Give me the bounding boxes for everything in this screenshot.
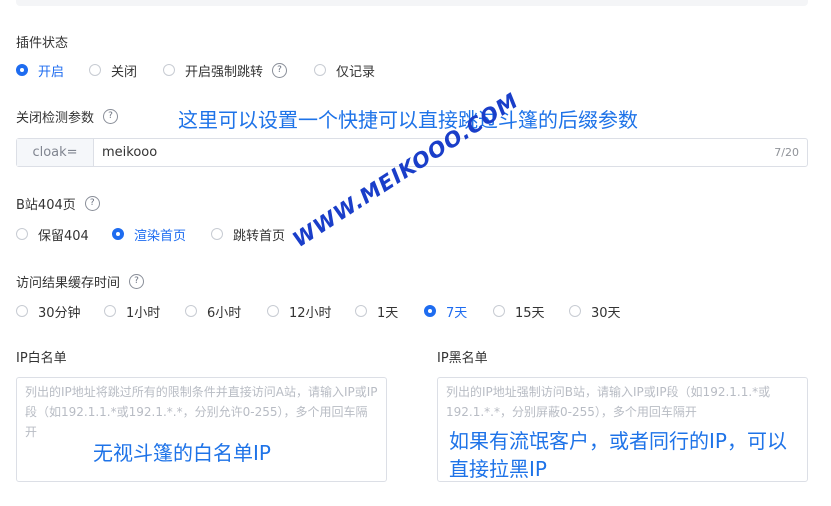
- help-circle-icon[interactable]: ?: [103, 109, 119, 124]
- radio-cache-30min[interactable]: 30分钟: [16, 301, 81, 321]
- blacklist-annotation-line2: 直接拉黑IP: [449, 457, 547, 481]
- radio-cache-7d[interactable]: 7天: [424, 301, 467, 321]
- radio-keep-404[interactable]: 保留404: [16, 224, 89, 244]
- cache-time-label: 访问结果缓存时间 ?: [16, 272, 145, 291]
- radio-plugin-record-only[interactable]: 仅记录: [314, 60, 375, 80]
- radio-checked-icon: [16, 64, 28, 76]
- radio-plugin-force-redirect[interactable]: 开启强制跳转 ?: [163, 60, 288, 80]
- b404-label: B站404页 ?: [16, 194, 100, 213]
- blacklist-label: IP黑名单: [437, 351, 488, 366]
- radio-plugin-off[interactable]: 关闭: [89, 60, 137, 80]
- cache-time-radio-group: 30分钟 1小时 6小时 12小时 1天 7天 15天 30天: [16, 301, 716, 321]
- plugin-status-label: 插件状态: [16, 36, 69, 51]
- radio-redirect-home[interactable]: 跳转首页: [211, 224, 285, 244]
- close-param-annotation: 这里可以设置一个快捷可以直接跳过斗篷的后缀参数: [178, 108, 638, 132]
- help-circle-icon[interactable]: ?: [272, 62, 288, 78]
- radio-icon: [16, 228, 28, 240]
- radio-render-home[interactable]: 渲染首页: [112, 224, 186, 244]
- radio-icon: [211, 228, 223, 240]
- top-panel-edge: [16, 0, 808, 6]
- radio-checked-icon: [112, 228, 124, 240]
- radio-cache-1h[interactable]: 1小时: [104, 301, 160, 321]
- radio-icon: [569, 305, 581, 317]
- radio-cache-6h[interactable]: 6小时: [185, 301, 241, 321]
- radio-plugin-on[interactable]: 开启: [16, 60, 64, 80]
- radio-icon: [314, 64, 326, 76]
- radio-icon: [89, 64, 101, 76]
- radio-cache-12h[interactable]: 12小时: [267, 301, 332, 321]
- radio-icon: [355, 305, 367, 317]
- radio-icon: [163, 64, 175, 76]
- radio-icon: [493, 305, 505, 317]
- radio-icon: [267, 305, 279, 317]
- radio-cache-30d[interactable]: 30天: [569, 301, 621, 321]
- radio-icon: [104, 305, 116, 317]
- plugin-status-radio-group: 开启 关闭 开启强制跳转 ? 仅记录: [16, 60, 716, 80]
- close-param-prefix: cloak=: [17, 139, 94, 166]
- close-param-label: 关闭检测参数 ?: [16, 107, 119, 126]
- whitelist-label: IP白名单: [16, 351, 67, 366]
- radio-icon: [185, 305, 197, 317]
- help-circle-icon[interactable]: ?: [84, 196, 100, 211]
- radio-cache-15d[interactable]: 15天: [493, 301, 545, 321]
- radio-icon: [16, 305, 28, 317]
- blacklist-annotation-line1: 如果有流氓客户，或者同行的IP，可以: [449, 429, 787, 453]
- help-circle-icon[interactable]: ?: [129, 274, 145, 289]
- b404-radio-group: 保留404 渲染首页 跳转首页: [16, 224, 416, 244]
- radio-checked-icon: [424, 305, 436, 317]
- whitelist-textarea[interactable]: 列出的IP地址将跳过所有的限制条件并直接访问A站，请输入IP或IP段（如192.…: [16, 377, 387, 482]
- close-param-char-counter: 7/20: [774, 146, 799, 159]
- radio-cache-1d[interactable]: 1天: [355, 301, 398, 321]
- whitelist-annotation: 无视斗篷的白名单IP: [93, 441, 271, 465]
